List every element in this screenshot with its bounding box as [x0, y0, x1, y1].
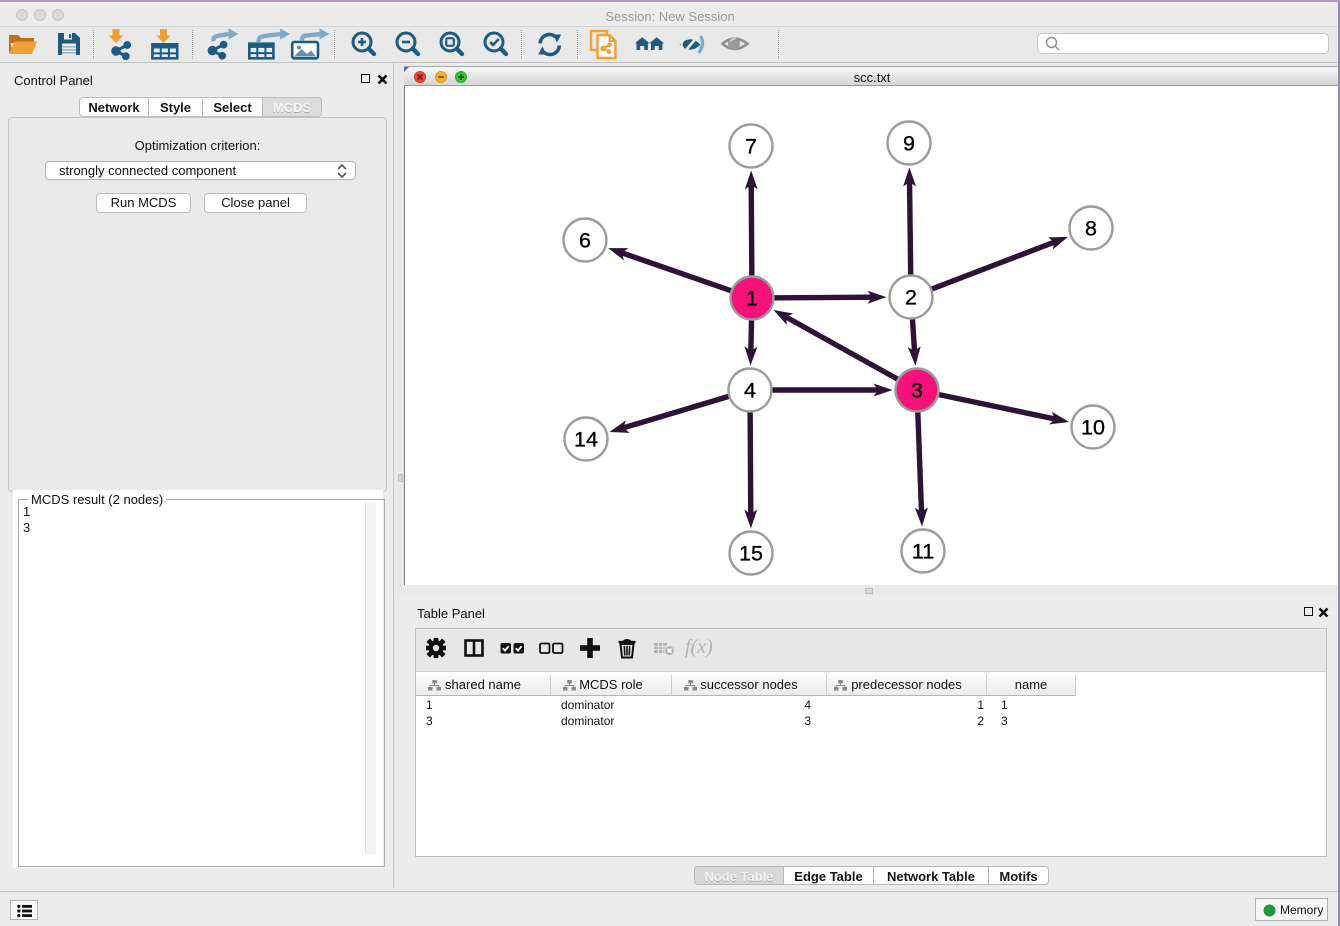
- svg-text:1: 1: [746, 287, 758, 311]
- svg-text:8: 8: [1085, 217, 1097, 241]
- svg-text:6: 6: [579, 229, 591, 253]
- svg-text:15: 15: [739, 542, 763, 566]
- svg-text:11: 11: [912, 540, 934, 564]
- svg-text:4: 4: [744, 379, 756, 403]
- svg-text:3: 3: [911, 379, 923, 403]
- svg-text:10: 10: [1081, 416, 1105, 440]
- svg-text:7: 7: [745, 135, 757, 159]
- svg-text:9: 9: [903, 132, 915, 156]
- svg-text:f(x): f(x): [685, 637, 713, 658]
- svg-text:2: 2: [905, 286, 917, 310]
- svg-text:14: 14: [574, 428, 598, 452]
